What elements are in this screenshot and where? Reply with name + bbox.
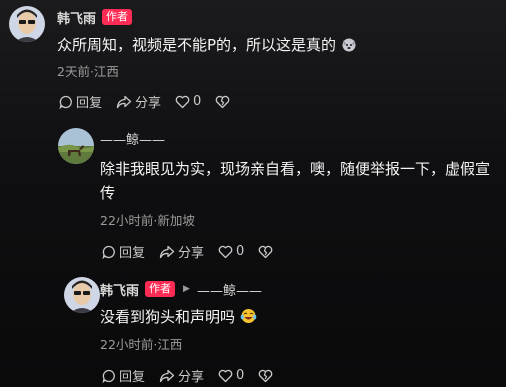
reply-bubble-icon bbox=[59, 95, 73, 109]
reply-to-username[interactable]: ——鲸—— bbox=[197, 280, 262, 299]
comment-meta: 22小时前·新加坡 bbox=[100, 213, 195, 228]
share-arrow-icon bbox=[159, 369, 175, 383]
comment-item: 韩飞雨 作者 众所周知，视频是不能P的，所以这是真的 2天前·江西 回复 分享 … bbox=[0, 0, 506, 120]
share-button[interactable]: 分享 bbox=[159, 242, 204, 261]
reply-bubble-icon bbox=[102, 245, 116, 259]
like-count: 0 bbox=[193, 94, 202, 109]
heart-icon bbox=[175, 95, 190, 109]
share-arrow-icon bbox=[116, 95, 132, 109]
reply-item: 韩飞雨 作者 ▶ ——鲸—— 没看到狗头和声明吗 22小时前·江西 回复 分享 … bbox=[0, 270, 506, 387]
author-badge: 作者 bbox=[145, 281, 176, 297]
avatar[interactable] bbox=[64, 277, 100, 313]
username[interactable]: ——鲸—— bbox=[100, 129, 165, 148]
author-badge: 作者 bbox=[102, 9, 133, 25]
heart-icon bbox=[218, 369, 233, 383]
reply-to-arrow-icon: ▶ bbox=[183, 284, 190, 294]
reply-item: ——鲸—— 除非我眼见为实，现场亲自看，噢，随便举报一下，虚假宣传 22小时前·… bbox=[0, 120, 506, 261]
like-count: 0 bbox=[236, 368, 245, 383]
like-button[interactable]: 0 bbox=[175, 94, 201, 109]
reply-bubble-icon bbox=[102, 369, 116, 383]
reply-button[interactable]: 回复 bbox=[102, 242, 145, 261]
broken-heart-icon bbox=[258, 245, 273, 259]
broken-heart-icon bbox=[215, 95, 230, 109]
avatar[interactable] bbox=[58, 128, 94, 164]
comment-text: 除非我眼见为实，现场亲自看，噢，随便举报一下，虚假宣传 bbox=[100, 160, 491, 202]
share-button[interactable]: 分享 bbox=[159, 366, 204, 385]
like-button[interactable]: 0 bbox=[218, 244, 244, 259]
dislike-button[interactable] bbox=[258, 369, 273, 383]
username[interactable]: 韩飞雨 bbox=[100, 280, 139, 299]
laughing-tears-emoji-icon bbox=[240, 307, 257, 331]
comment-text: 众所周知，视频是不能P的，所以这是真的 bbox=[57, 33, 494, 59]
like-count: 0 bbox=[236, 244, 245, 259]
dislike-button[interactable] bbox=[215, 95, 230, 109]
username[interactable]: 韩飞雨 bbox=[57, 8, 96, 27]
broken-heart-icon bbox=[258, 369, 273, 383]
comment-text: 没看到狗头和声明吗 bbox=[100, 305, 494, 331]
reply-button[interactable]: 回复 bbox=[102, 366, 145, 385]
reply-button[interactable]: 回复 bbox=[59, 92, 102, 111]
comment-meta: 2天前·江西 bbox=[57, 64, 119, 79]
doge-emoji-icon bbox=[341, 35, 357, 59]
heart-icon bbox=[218, 245, 233, 259]
share-button[interactable]: 分享 bbox=[116, 92, 161, 111]
dislike-button[interactable] bbox=[258, 245, 273, 259]
share-arrow-icon bbox=[159, 245, 175, 259]
avatar[interactable] bbox=[9, 6, 45, 42]
comment-meta: 22小时前·江西 bbox=[100, 337, 183, 352]
like-button[interactable]: 0 bbox=[218, 368, 244, 383]
